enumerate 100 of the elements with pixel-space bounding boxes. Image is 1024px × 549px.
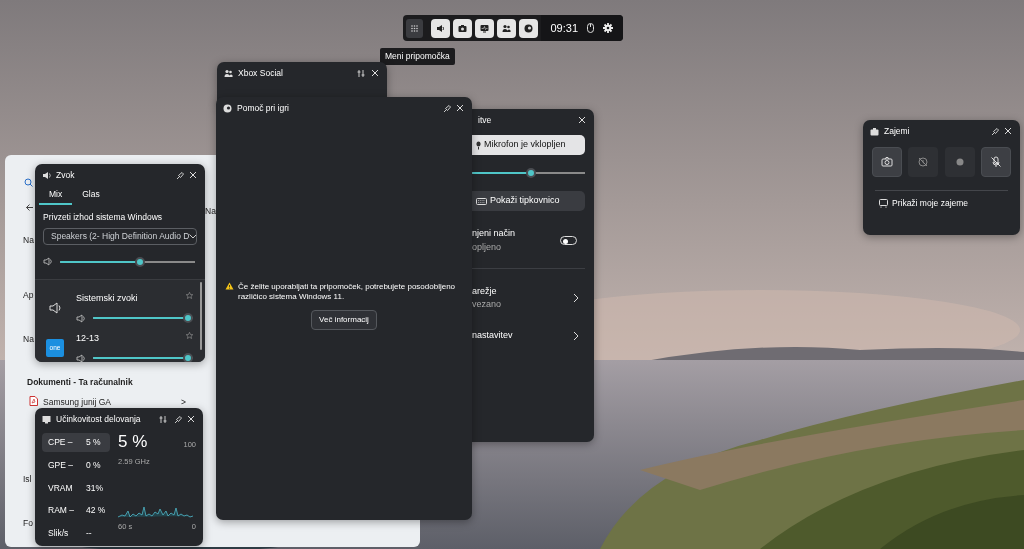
monitor-icon bbox=[480, 23, 490, 33]
people-icon bbox=[502, 23, 512, 33]
gallery-link[interactable]: Prikaži moje zajeme bbox=[879, 197, 969, 210]
metric-value: 42 % bbox=[86, 504, 106, 517]
label-text: Na bbox=[23, 234, 34, 247]
tooltip: Meni pripomočka bbox=[380, 48, 455, 65]
window-title: itve bbox=[478, 113, 493, 127]
speaker-icon bbox=[42, 170, 51, 180]
metric-item[interactable]: Slik/s -- bbox=[42, 524, 110, 543]
close-icon[interactable] bbox=[371, 68, 380, 78]
mic-button[interactable] bbox=[981, 147, 1011, 177]
camera-icon bbox=[870, 126, 879, 136]
camera-icon bbox=[458, 23, 468, 33]
slider-thumb[interactable] bbox=[525, 168, 536, 178]
warning-icon bbox=[225, 281, 234, 290]
close-icon[interactable] bbox=[456, 103, 465, 113]
metric-label: GPE – bbox=[48, 458, 75, 472]
window-title: Pomoč pri igri bbox=[237, 101, 290, 115]
metric-value: 0 % bbox=[86, 458, 101, 472]
pin-icon[interactable] bbox=[990, 126, 999, 136]
speaker-icon bbox=[76, 313, 85, 323]
pin-icon[interactable] bbox=[442, 103, 451, 113]
pin-icon[interactable] bbox=[175, 170, 184, 180]
circle-logo-icon bbox=[223, 103, 232, 113]
app-name: Sistemski zvoki bbox=[76, 291, 139, 305]
app-name: 12-13 bbox=[76, 331, 101, 345]
chevron[interactable]: > bbox=[181, 396, 186, 409]
label-text: Ap bbox=[23, 289, 34, 302]
back-arrow-icon[interactable] bbox=[25, 203, 34, 212]
pin-icon[interactable] bbox=[173, 414, 182, 424]
tab[interactable]: Glas bbox=[72, 186, 110, 205]
microphone-icon bbox=[476, 140, 481, 150]
star-icon[interactable] bbox=[186, 331, 193, 339]
metric-item[interactable]: VRAM 31% bbox=[42, 478, 110, 498]
chevron-icon[interactable] bbox=[573, 293, 579, 303]
speaker-icon bbox=[76, 353, 85, 362]
chevron-icon[interactable] bbox=[573, 331, 579, 341]
speaker-icon bbox=[436, 23, 446, 33]
metric-value: 5 % bbox=[118, 433, 149, 450]
metric-label: Slik/s bbox=[48, 527, 70, 540]
scrollbar[interactable] bbox=[200, 281, 202, 350]
warning-message: Če želite uporabljati ta pripomoček, potrebujete posodobljeno različico sistema Windows 11. bbox=[238, 281, 457, 302]
capture-widget-button[interactable] bbox=[453, 18, 473, 38]
help-widget-button[interactable] bbox=[519, 18, 539, 38]
metric-item[interactable]: CPE – 5 % bbox=[42, 433, 110, 452]
keyboard-button[interactable]: Pokaži tipkovnico bbox=[472, 191, 585, 211]
label-text: Na bbox=[23, 333, 34, 346]
label-text: Isl bbox=[23, 473, 32, 486]
star-icon[interactable] bbox=[186, 291, 193, 299]
output-dropdown[interactable]: Speakers (2- High Definition Audio D bbox=[43, 227, 197, 245]
widget-menu-button[interactable] bbox=[406, 18, 424, 38]
speaker-icon bbox=[48, 301, 62, 314]
metric-item[interactable]: RAM – 42 % bbox=[42, 501, 110, 520]
setting-status: opljeno bbox=[472, 240, 503, 254]
slider-thumb[interactable] bbox=[183, 313, 193, 324]
sliders-icon[interactable] bbox=[357, 68, 366, 78]
tab[interactable]: Mix bbox=[39, 186, 73, 205]
microphone-button[interactable]: Mikrofon je vklopljen bbox=[472, 135, 585, 155]
chevron-down-icon bbox=[189, 233, 196, 239]
slider-thumb[interactable] bbox=[135, 256, 145, 267]
label-text: Fo bbox=[23, 517, 33, 530]
setting-status: vezano bbox=[472, 298, 503, 311]
clock-time: 09:31 bbox=[550, 20, 578, 36]
performance-widget-button[interactable] bbox=[475, 18, 495, 38]
setting-link[interactable]: arežje bbox=[472, 284, 573, 298]
settings-icon[interactable] bbox=[603, 23, 613, 33]
speaker-icon bbox=[43, 257, 52, 266]
more-info-button[interactable]: Več informacij bbox=[311, 309, 377, 330]
grid-icon bbox=[411, 24, 419, 32]
close-icon[interactable] bbox=[578, 115, 587, 125]
close-icon[interactable] bbox=[1004, 126, 1013, 136]
file-name[interactable]: Samsung junij GA bbox=[43, 396, 112, 409]
output-label: Privzeti izhod sistema Windows bbox=[42, 210, 164, 224]
pdf-file-icon bbox=[29, 396, 38, 406]
search-icon[interactable] bbox=[24, 178, 33, 187]
window-title: Zajemi bbox=[884, 124, 911, 138]
mouse-icon[interactable] bbox=[587, 23, 594, 33]
setting-label: njeni način bbox=[472, 227, 517, 240]
metric-item[interactable]: GPE – 0 % bbox=[42, 455, 110, 475]
metric-label: VRAM bbox=[48, 481, 74, 495]
metric-value: 31% bbox=[86, 481, 103, 495]
screenshot-button[interactable] bbox=[872, 147, 902, 177]
slider-thumb[interactable] bbox=[183, 353, 193, 362]
close-icon[interactable] bbox=[187, 414, 196, 424]
setting-link[interactable]: nastavitev bbox=[472, 329, 573, 343]
social-widget-button[interactable] bbox=[497, 18, 517, 38]
metric-label: RAM – bbox=[48, 504, 75, 517]
keyboard-icon bbox=[476, 197, 487, 205]
camera-icon bbox=[881, 156, 893, 168]
window-title: Učinkovitost delovanja bbox=[56, 412, 142, 426]
sliders-icon[interactable] bbox=[159, 414, 168, 424]
section-heading: Dokumenti - Ta računalnik bbox=[27, 376, 133, 389]
audio-widget-button[interactable] bbox=[431, 18, 451, 38]
metric-value: 5 % bbox=[86, 436, 101, 449]
window-title: Zvok bbox=[56, 168, 76, 182]
close-icon[interactable] bbox=[189, 170, 198, 180]
people-icon bbox=[224, 68, 233, 78]
metric-value: -- bbox=[86, 527, 92, 540]
rewind-icon bbox=[917, 156, 930, 168]
monitor-icon bbox=[42, 414, 51, 424]
